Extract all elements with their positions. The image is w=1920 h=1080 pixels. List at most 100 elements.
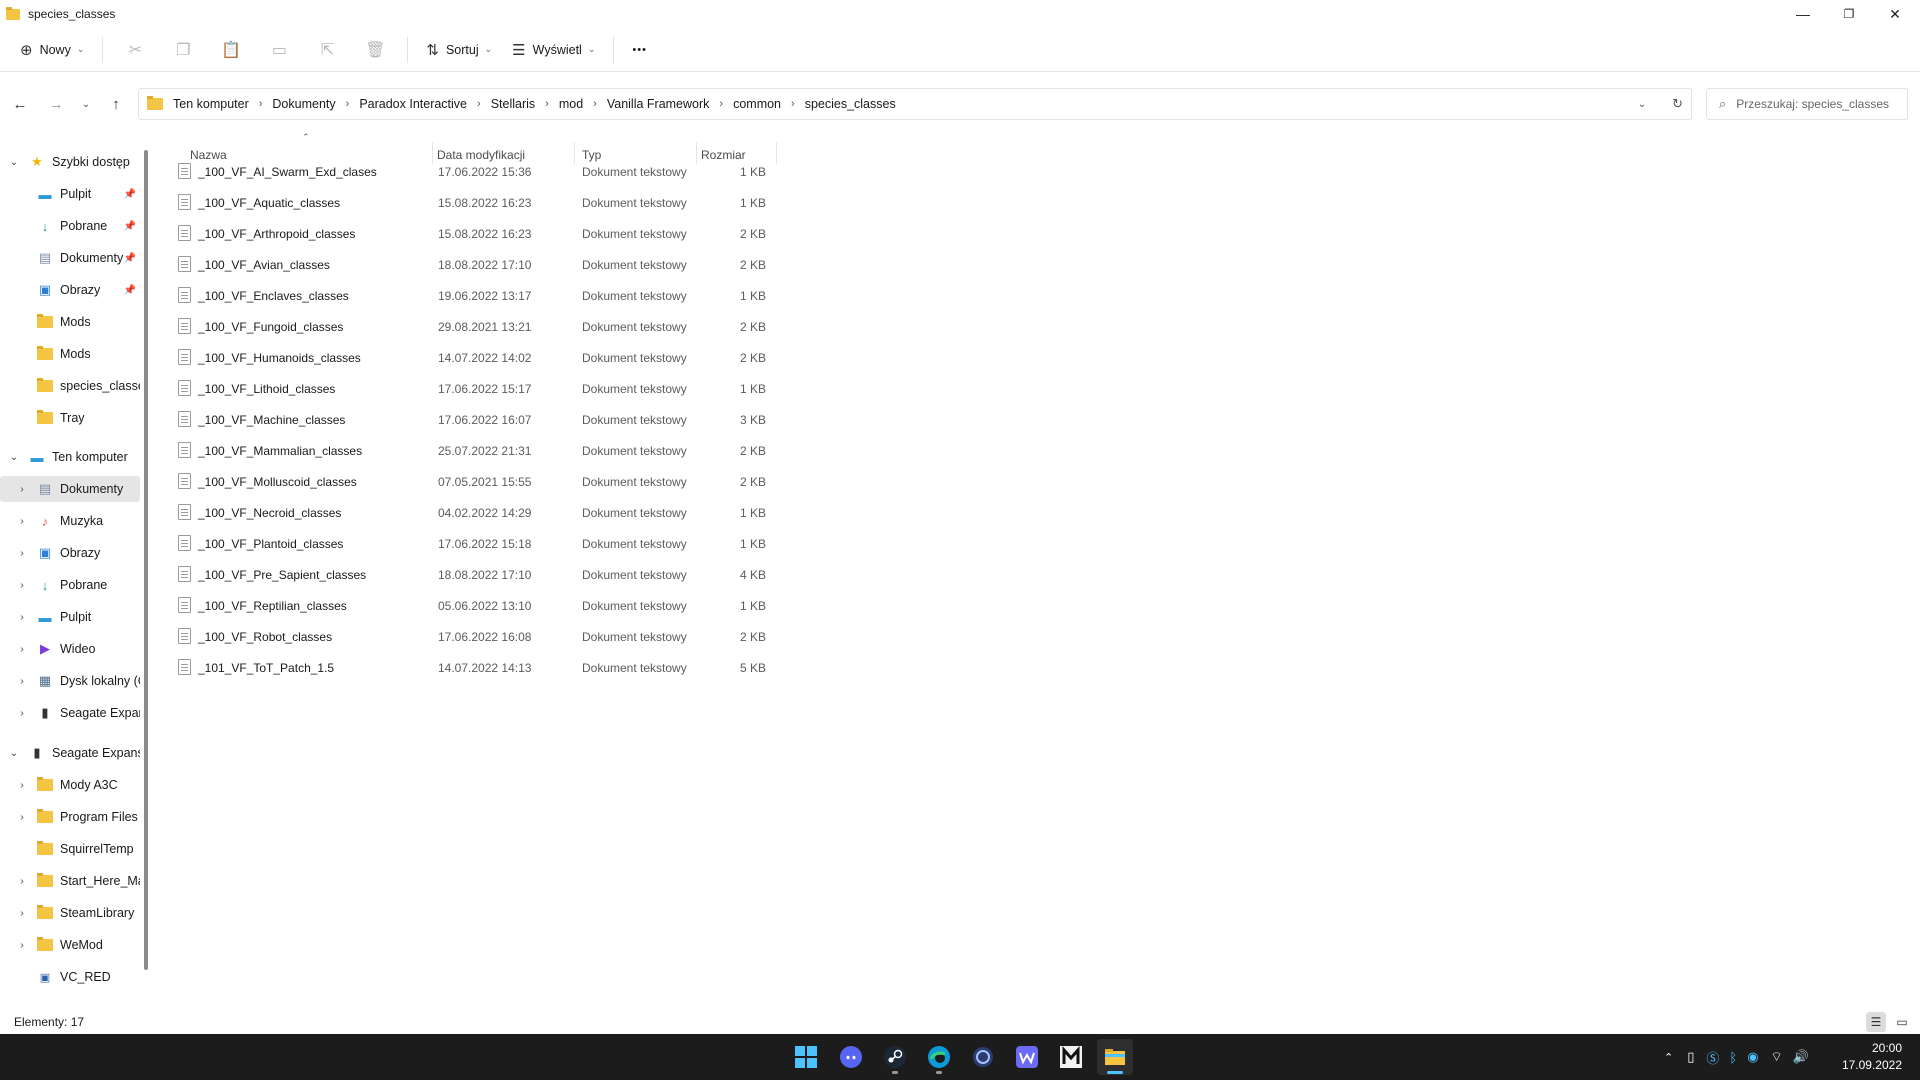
breadcrumb-this-pc[interactable]: Ten komputer ›	[173, 97, 272, 111]
sidebar-item-mods[interactable]: Mods	[0, 309, 140, 335]
chevron-right-icon[interactable]: ›	[15, 516, 29, 527]
breadcrumb-documents[interactable]: Dokumenty ›	[272, 97, 359, 111]
file-row[interactable]: _100_VF_Mammalian_classes 25.07.2022 21:3…	[174, 435, 794, 466]
file-row[interactable]: _100_VF_Molluscoid_classes 07.05.2021 15:…	[174, 466, 794, 497]
pin-icon[interactable]: 📌	[124, 221, 136, 232]
file-row[interactable]: _100_VF_Robot_classes 17.06.2022 16:08 Dok…	[174, 621, 794, 652]
pin-icon[interactable]: 📌	[124, 189, 136, 200]
paste-icon[interactable]: 📋	[207, 34, 255, 66]
chevron-down-icon[interactable]: ⌄	[7, 748, 21, 759]
more-options-button[interactable]: •••	[622, 34, 657, 66]
sidebar-item-start-here-mac[interactable]: › Start_Here_Mac	[0, 868, 140, 894]
sidebar-item-vc-red[interactable]: ▣ VC_RED	[0, 964, 140, 990]
skype-icon[interactable]: Ⓢ	[1706, 1048, 1719, 1067]
sidebar-item-program-files[interactable]: › Program Files (	[0, 804, 140, 830]
sidebar-item-music[interactable]: › ♪ Muzyka	[0, 508, 140, 534]
sidebar-item-documents[interactable]: ▤ Dokumenty 📌	[0, 245, 140, 271]
sidebar-item-tray[interactable]: Tray	[0, 405, 140, 431]
copy-icon[interactable]: ❐	[159, 34, 207, 66]
up-arrow-icon[interactable]: ↑	[102, 92, 130, 116]
sort-button[interactable]: ⇅ Sortuj ⌄	[416, 34, 502, 66]
sidebar-item-pc-desktop[interactable]: › ▬ Pulpit	[0, 604, 140, 630]
chevron-right-icon[interactable]: ›	[15, 876, 29, 887]
restore-button[interactable]: ❐	[1826, 0, 1872, 28]
sidebar-scrollbar[interactable]	[144, 150, 148, 970]
cut-icon[interactable]: ✂	[111, 34, 159, 66]
recent-chevron-icon[interactable]: ⌄	[72, 92, 100, 116]
breadcrumb-mod[interactable]: mod ›	[559, 97, 607, 111]
file-row[interactable]: _100_VF_Fungoid_classes 29.08.2021 13:21 D…	[174, 311, 794, 342]
file-row[interactable]: _100_VF_Enclaves_classes 19.06.2022 13:17…	[174, 280, 794, 311]
file-row[interactable]: _101_VF_ToT_Patch_1.5 14.07.2022 14:13 Dok…	[174, 652, 794, 683]
sidebar-item-quick-access[interactable]: ⌄ ★ Szybki dostęp	[0, 149, 140, 175]
file-row[interactable]: _100_VF_Humanoids_classes 14.07.2022 14:0…	[174, 342, 794, 373]
m-app-icon[interactable]	[1053, 1039, 1089, 1075]
chevron-right-icon[interactable]: ›	[15, 580, 29, 591]
chevron-down-icon[interactable]: ⌄	[7, 452, 21, 463]
search-input[interactable]: ⌕ Przeszukaj: species_classes	[1706, 88, 1908, 120]
file-row[interactable]: _100_VF_Arthropoid_classes 15.08.2022 16:…	[174, 218, 794, 249]
forward-arrow-icon[interactable]: →	[42, 92, 70, 116]
breadcrumb-stellaris[interactable]: Stellaris ›	[491, 97, 559, 111]
sidebar-item-video[interactable]: › ▶ Wideo	[0, 636, 140, 662]
address-history-chevron-icon[interactable]: ⌄	[1638, 99, 1646, 110]
sidebar-item-steamlibrary[interactable]: › SteamLibrary	[0, 900, 140, 926]
steam-icon[interactable]	[877, 1039, 913, 1075]
file-row[interactable]: _100_VF_Reptilian_classes 05.06.2022 13:1…	[174, 590, 794, 621]
file-row[interactable]: _100_VF_Plantoid_classes 17.06.2022 15:18…	[174, 528, 794, 559]
file-row[interactable]: _100_VF_Lithoid_classes 17.06.2022 15:17 D…	[174, 373, 794, 404]
sidebar-item-seagate[interactable]: ⌄ ▮ Seagate Expansic	[0, 740, 140, 766]
share-icon[interactable]: ⇱	[303, 34, 351, 66]
sidebar-item-wemod[interactable]: › WeMod	[0, 932, 140, 958]
clock[interactable]: 20:00 17.09.2022	[1842, 1040, 1902, 1074]
sidebar-item-species-classes[interactable]: species_classes	[0, 373, 140, 399]
tiles-view-icon[interactable]: ▭	[1892, 1012, 1912, 1032]
sidebar-item-pc-pictures[interactable]: › ▣ Obrazy	[0, 540, 140, 566]
chevron-right-icon[interactable]: ›	[15, 780, 29, 791]
chevron-right-icon[interactable]: ›	[15, 644, 29, 655]
chevron-right-icon[interactable]: ›	[15, 676, 29, 687]
sidebar-item-pc-downloads[interactable]: › ↓ Pobrane	[0, 572, 140, 598]
back-arrow-icon[interactable]: ←	[6, 92, 34, 116]
file-row[interactable]: _100_VF_Aquatic_classes 15.08.2022 16:23 D…	[174, 187, 794, 218]
sidebar-item-this-pc[interactable]: ⌄ ▬ Ten komputer	[0, 444, 140, 470]
onedrive-icon[interactable]: ◉	[1747, 1049, 1758, 1065]
chevron-down-icon[interactable]: ⌄	[7, 157, 21, 168]
sidebar-item-pc-documents[interactable]: › ▤ Dokumenty	[0, 476, 140, 502]
pin-icon[interactable]: 📌	[124, 285, 136, 296]
details-view-icon[interactable]: ☰	[1866, 1012, 1886, 1032]
pin-icon[interactable]: 📌	[124, 253, 136, 264]
chevron-right-icon[interactable]: ›	[15, 812, 29, 823]
app-circle-icon[interactable]	[965, 1039, 1001, 1075]
sidebar-item-desktop[interactable]: ▬ Pulpit 📌	[0, 181, 140, 207]
rename-icon[interactable]: ▭	[255, 34, 303, 66]
wifi-icon[interactable]: ⌔	[1771, 1049, 1783, 1065]
edge-icon[interactable]	[921, 1039, 957, 1075]
sidebar-item-downloads[interactable]: ↓ Pobrane 📌	[0, 213, 140, 239]
discord-icon[interactable]	[833, 1039, 869, 1075]
chevron-right-icon[interactable]: ›	[15, 484, 29, 495]
file-explorer-icon[interactable]	[1097, 1039, 1133, 1075]
sidebar-item-local-disk[interactable]: › ▦ Dysk lokalny (C	[0, 668, 140, 694]
chevron-right-icon[interactable]: ›	[15, 940, 29, 951]
file-row[interactable]: _100_VF_Pre_Sapient_classes 18.08.2022 17…	[174, 559, 794, 590]
file-row[interactable]: _100_VF_Necroid_classes 04.02.2022 14:29 D…	[174, 497, 794, 528]
chevron-right-icon[interactable]: ›	[15, 548, 29, 559]
chevron-right-icon[interactable]: ›	[15, 908, 29, 919]
breadcrumb-common[interactable]: common ›	[733, 97, 805, 111]
address-bar[interactable]: Ten komputer › Dokumenty › Paradox Interac…	[138, 88, 1692, 120]
breadcrumb-species-classes[interactable]: species_classes	[805, 97, 896, 111]
view-button[interactable]: ☰ Wyświetl ⌄	[502, 34, 605, 66]
refresh-icon[interactable]: ↻	[1672, 96, 1683, 112]
sidebar-item-pictures[interactable]: ▣ Obrazy 📌	[0, 277, 140, 303]
bluetooth-icon[interactable]: ᛒ	[1729, 1050, 1737, 1065]
breadcrumb-vanilla-framework[interactable]: Vanilla Framework ›	[607, 97, 733, 111]
volume-icon[interactable]: 🔊	[1793, 1049, 1809, 1065]
file-row[interactable]: _100_VF_Avian_classes 18.08.2022 17:10 Dok…	[174, 249, 794, 280]
show-hidden-icons-chevron-icon[interactable]: ⌃	[1664, 1051, 1673, 1064]
start-icon[interactable]	[788, 1039, 824, 1075]
sidebar-item-mods-2[interactable]: Mods	[0, 341, 140, 367]
breadcrumb-paradox[interactable]: Paradox Interactive ›	[359, 97, 490, 111]
chevron-right-icon[interactable]: ›	[15, 708, 29, 719]
new-button[interactable]: ⊕ Nowy ⌄	[10, 34, 94, 66]
